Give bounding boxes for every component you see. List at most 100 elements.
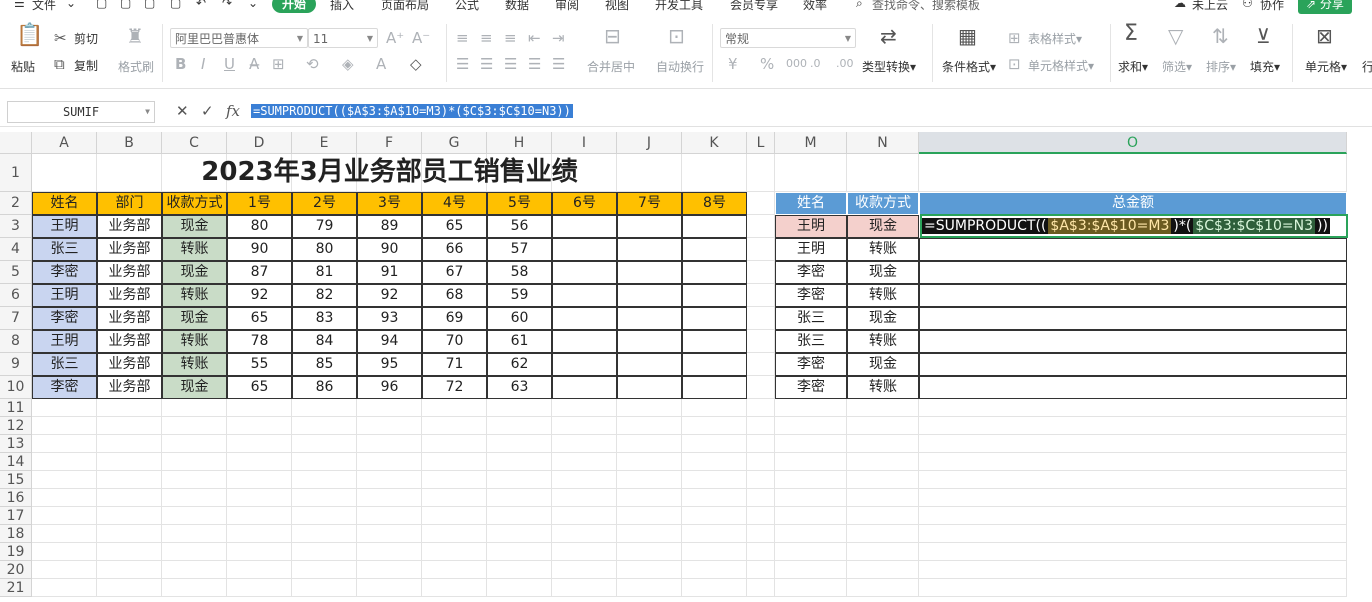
function-icon[interactable]: fx [226, 102, 240, 120]
font-shrink-icon[interactable]: A⁻ [412, 30, 430, 46]
sheet-title[interactable]: 2023年3月业务部员工销售业绩 [32, 154, 747, 192]
row-header[interactable]: 3 [0, 215, 32, 238]
cancel-icon[interactable]: ✕ [176, 102, 189, 120]
align-left-icon[interactable]: ☰ [456, 56, 469, 72]
wrap-icon[interactable]: ⊡ [668, 26, 685, 46]
table-cell[interactable] [682, 261, 747, 284]
table-cell[interactable]: 转账 [162, 284, 227, 307]
name-box[interactable]: SUMIF ▼ [7, 101, 155, 123]
row-header[interactable]: 19 [0, 543, 32, 561]
table-cell[interactable]: 92 [227, 284, 292, 307]
table-cell[interactable]: 现金 [162, 376, 227, 399]
table-cell[interactable]: 58 [487, 261, 552, 284]
hamburger-icon[interactable]: ☰ [14, 0, 25, 10]
row-header[interactable]: 16 [0, 489, 32, 507]
table-cell[interactable]: 业务部 [97, 238, 162, 261]
table-cell[interactable] [682, 215, 747, 238]
table-cell[interactable]: 68 [422, 284, 487, 307]
table-cell[interactable] [552, 238, 617, 261]
table-header[interactable]: 姓名 [32, 192, 97, 215]
table-cell[interactable]: 61 [487, 330, 552, 353]
table-cell[interactable] [617, 238, 682, 261]
auto-wrap-button[interactable]: 自动换行 [656, 58, 704, 75]
strike-icon[interactable]: A̶ [249, 56, 259, 72]
table-cell[interactable] [617, 307, 682, 330]
summary-name-cell[interactable]: 张三 [775, 330, 847, 353]
cell-style-icon[interactable]: ⊡ [1008, 56, 1021, 72]
tab-page-layout[interactable]: 页面布局 [381, 0, 429, 13]
table-cell[interactable]: 转账 [162, 353, 227, 376]
row-header[interactable]: 17 [0, 507, 32, 525]
table-cell[interactable] [682, 284, 747, 307]
table-cell[interactable]: 80 [227, 215, 292, 238]
table-header[interactable]: 5号 [487, 192, 552, 215]
table-cell[interactable]: 业务部 [97, 353, 162, 376]
row-header[interactable]: 15 [0, 471, 32, 489]
more-icon[interactable]: ⌄ [248, 0, 258, 10]
redo-icon[interactable]: ↷ [222, 0, 232, 10]
convert-icon[interactable]: ⇄ [880, 26, 897, 46]
row-header[interactable]: 5 [0, 261, 32, 284]
table-cell[interactable]: 业务部 [97, 261, 162, 284]
table-cell[interactable]: 79 [292, 215, 357, 238]
table-cell[interactable] [617, 330, 682, 353]
sum-button[interactable]: 求和▾ [1118, 58, 1148, 75]
row-header[interactable]: 20 [0, 561, 32, 579]
font-size-select[interactable]: 11 ▼ [308, 28, 378, 48]
border-icon[interactable]: ⊞ [272, 56, 285, 72]
table-cell[interactable]: 56 [487, 215, 552, 238]
table-cell[interactable]: 71 [422, 353, 487, 376]
eraser-icon[interactable]: ◇ [410, 56, 422, 72]
table-cell[interactable]: 66 [422, 238, 487, 261]
fill-color-icon[interactable]: ◈ [342, 56, 354, 72]
merge-center-button[interactable]: 合并居中 [587, 58, 635, 75]
table-cell[interactable]: 现金 [162, 307, 227, 330]
summary-total-cell[interactable] [919, 307, 1347, 330]
tab-view[interactable]: 视图 [605, 0, 629, 13]
column-header[interactable]: H [487, 132, 552, 154]
table-cell[interactable]: 业务部 [97, 330, 162, 353]
table-cell[interactable]: 72 [422, 376, 487, 399]
indent-increase-icon[interactable]: ⇥ [552, 30, 565, 46]
table-header[interactable]: 4号 [422, 192, 487, 215]
table-cell[interactable] [552, 284, 617, 307]
table-cell[interactable]: 92 [357, 284, 422, 307]
summary-header[interactable]: 总金额 [919, 192, 1347, 215]
conditional-format-button[interactable]: 条件格式▾ [942, 58, 996, 75]
summary-total-cell[interactable] [919, 353, 1347, 376]
tab-review[interactable]: 审阅 [555, 0, 579, 13]
summary-method-cell[interactable]: 现金 [847, 353, 919, 376]
merge-icon[interactable]: ⊟ [604, 26, 621, 46]
table-cell[interactable]: 87 [227, 261, 292, 284]
table-cell[interactable]: 65 [422, 215, 487, 238]
table-cell[interactable]: 59 [487, 284, 552, 307]
confirm-icon[interactable]: ✓ [201, 102, 214, 120]
conditional-format-icon[interactable]: ▦ [958, 26, 977, 46]
cut-button[interactable]: 剪切 [74, 30, 98, 47]
table-cell[interactable]: 李密 [32, 261, 97, 284]
column-header[interactable]: C [162, 132, 227, 154]
summary-name-cell[interactable]: 李密 [775, 376, 847, 399]
summary-header[interactable]: 收款方式 [847, 192, 919, 215]
summary-method-cell[interactable]: 现金 [847, 261, 919, 284]
table-cell[interactable] [682, 376, 747, 399]
table-cell[interactable] [617, 261, 682, 284]
row-header[interactable]: 21 [0, 579, 32, 597]
type-convert-button[interactable]: 类型转换▾ [862, 58, 916, 75]
table-cell[interactable] [682, 353, 747, 376]
cloud-status[interactable]: 未上云 [1192, 0, 1228, 13]
table-cell[interactable]: 王明 [32, 215, 97, 238]
table-header[interactable]: 3号 [357, 192, 422, 215]
summary-name-cell[interactable]: 张三 [775, 307, 847, 330]
share-button[interactable]: ⇗ 分享 [1298, 0, 1352, 14]
table-cell[interactable]: 张三 [32, 353, 97, 376]
table-cell[interactable] [552, 307, 617, 330]
indent-decrease-icon[interactable]: ⇤ [528, 30, 541, 46]
table-header[interactable]: 6号 [552, 192, 617, 215]
column-header[interactable]: D [227, 132, 292, 154]
paste-icon[interactable]: 📋 [16, 25, 43, 47]
column-header[interactable]: O [919, 132, 1347, 154]
summary-name-cell[interactable]: 王明 [775, 238, 847, 261]
row-header[interactable]: 2 [0, 192, 32, 215]
table-header[interactable]: 7号 [617, 192, 682, 215]
